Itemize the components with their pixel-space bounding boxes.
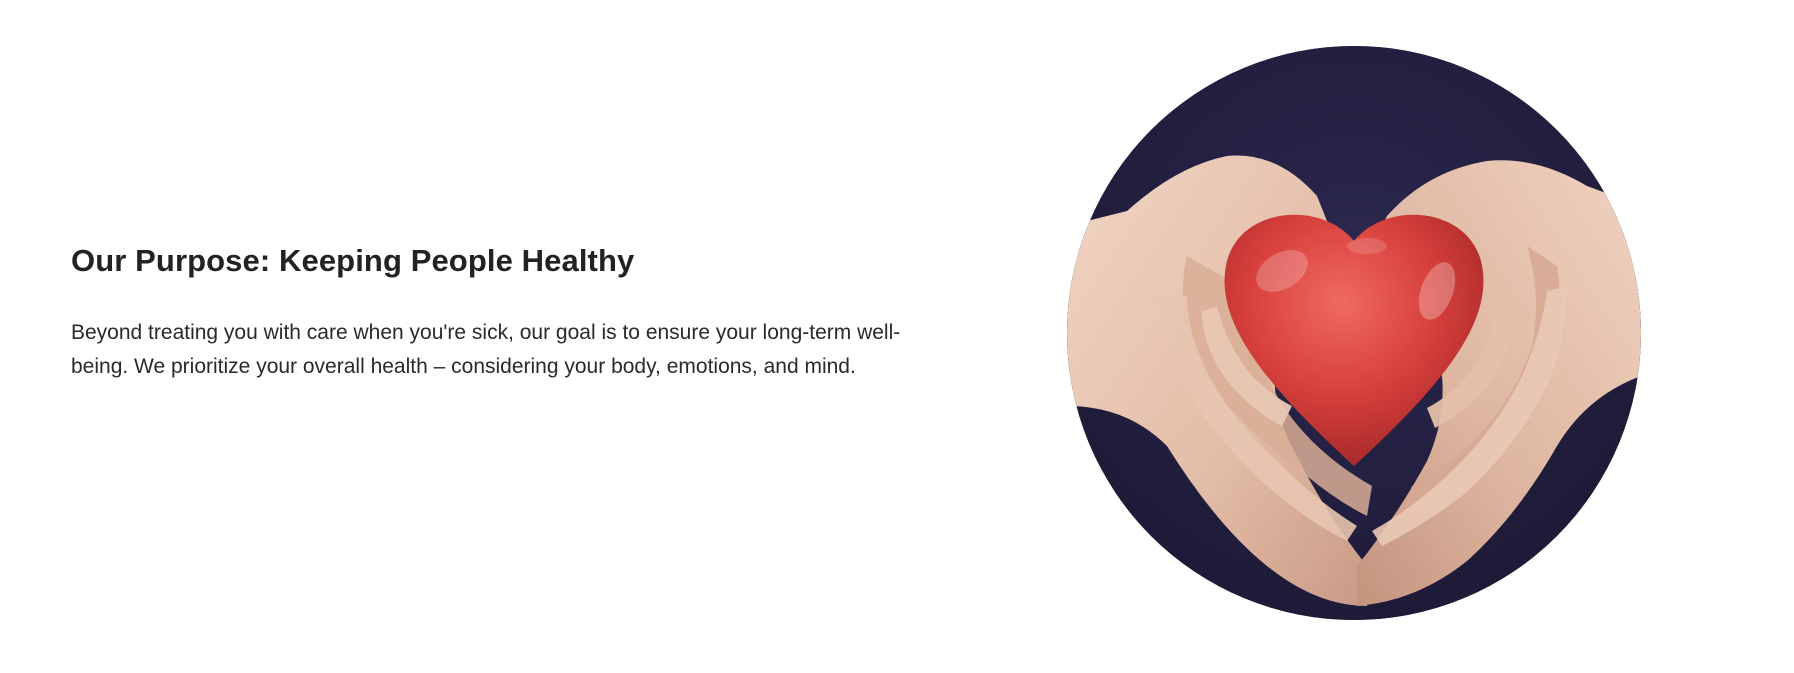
section-body-text: Beyond treating you with care when you'r… (71, 321, 901, 378)
hands-heart-image (1067, 46, 1641, 620)
hands-holding-heart-icon (1067, 46, 1641, 620)
purpose-section: Our Purpose: Keeping People Healthy Beyo… (71, 242, 931, 384)
section-heading: Our Purpose: Keeping People Healthy (71, 243, 635, 278)
